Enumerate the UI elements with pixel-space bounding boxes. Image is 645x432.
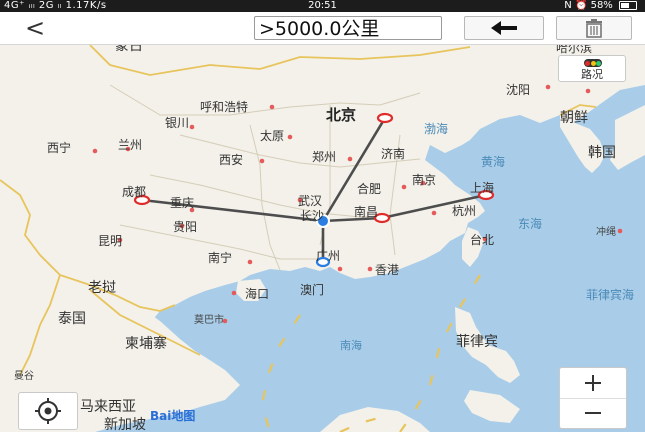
label-bangkok: 曼谷 [14,371,34,382]
baidu-map-logo: Bai地图 [150,409,195,423]
status-bar: 4G⁺ ᵢₗₗ 2G ₗₗ 1.17K/s 20:51 N ⏰ 58% [0,0,645,12]
label-harbin: 哈尔滨 [556,45,593,55]
label-north-korea: 朝鲜 [560,110,588,126]
zoom-in-button[interactable] [560,368,626,399]
label-mongolia: 蒙古 [115,45,143,54]
label-xining: 西宁 [47,141,72,155]
locate-icon [35,398,61,424]
label-beijing: 北京 [326,106,357,124]
baidu-logo-text: Bai地图 [150,409,196,423]
label-jinan: 济南 [381,147,406,161]
label-south-sea: 南海 [340,339,362,352]
status-right: N ⏰ 58% [564,0,637,12]
label-haikou: 海口 [245,287,270,301]
minus-icon [585,412,601,414]
map-canvas[interactable] [0,45,645,432]
label-bohai: 渤海 [424,122,449,136]
label-hohhot: 呼和浩特 [200,100,249,114]
zoom-control [559,367,627,429]
label-mobai: 莫巴市 [194,315,224,326]
label-malaysia: 马来西亚 [80,399,136,415]
label-chongqing: 重庆 [170,196,195,210]
label-zhengzhou: 郑州 [312,150,337,164]
arrow-left-icon [491,21,517,35]
label-philippines: 菲律宾 [456,334,498,350]
battery-icon [619,0,637,10]
label-laos: 老挝 [88,280,116,296]
clear-button[interactable] [556,16,632,40]
label-hefei: 合肥 [357,182,382,196]
label-chengdu: 成都 [122,185,147,199]
label-yinchuan: 银川 [165,116,190,130]
plus-icon [585,375,601,391]
traffic-label: 路况 [581,68,603,81]
back-button[interactable]: < [22,14,48,42]
label-macau: 澳门 [300,283,325,297]
label-nanning: 南宁 [208,251,233,265]
label-guiyang: 贵阳 [173,220,198,234]
label-east-sea: 东海 [518,217,543,231]
distance-label: >5000.0公里 [254,16,442,40]
label-philippine-sea: 菲律宾海 [586,288,635,302]
label-korea: 韩国 [588,145,616,161]
label-lanzhou: 兰州 [118,138,143,152]
label-nanchang: 南昌 [354,205,379,219]
traffic-light-icon [584,59,602,67]
label-yellow-sea: 黄海 [481,155,506,169]
label-shenyang: 沈阳 [506,83,531,97]
label-taiyuan: 太原 [260,129,285,143]
label-taipei: 台北 [470,233,495,247]
clock: 20:51 [308,0,337,11]
label-singapore: 新加坡 [104,417,146,432]
label-thailand: 泰国 [58,311,86,327]
label-wuhan: 武汉 [298,194,323,208]
label-kunming: 昆明 [98,234,123,248]
label-changsha: 长沙 [300,209,325,223]
map-view[interactable]: 蒙古 哈尔滨 呼和浩特 沈阳 银川 北京 朝鲜 太原 渤海 西宁 兰州 韩国 郑… [0,45,645,432]
label-shanghai: 上海 [470,181,495,195]
label-nanjing: 南京 [412,173,437,187]
traffic-toggle-button[interactable]: 路况 [558,55,626,82]
marker-beijing [376,112,394,124]
label-okinawa: 冲绳 [596,227,616,238]
label-guangzhou: 广州 [316,249,341,263]
trash-icon [586,19,602,38]
zoom-out-button[interactable] [560,398,626,428]
label-xian: 西安 [219,153,244,167]
label-hangzhou: 杭州 [452,204,477,218]
label-hongkong: 香港 [375,263,400,277]
toolbar: < >5000.0公里 [0,12,645,45]
label-cambodia: 柬埔寨 [125,336,167,352]
locate-button[interactable] [18,392,78,430]
undo-button[interactable] [464,16,544,40]
status-right-text: N ⏰ 58% [564,0,613,11]
